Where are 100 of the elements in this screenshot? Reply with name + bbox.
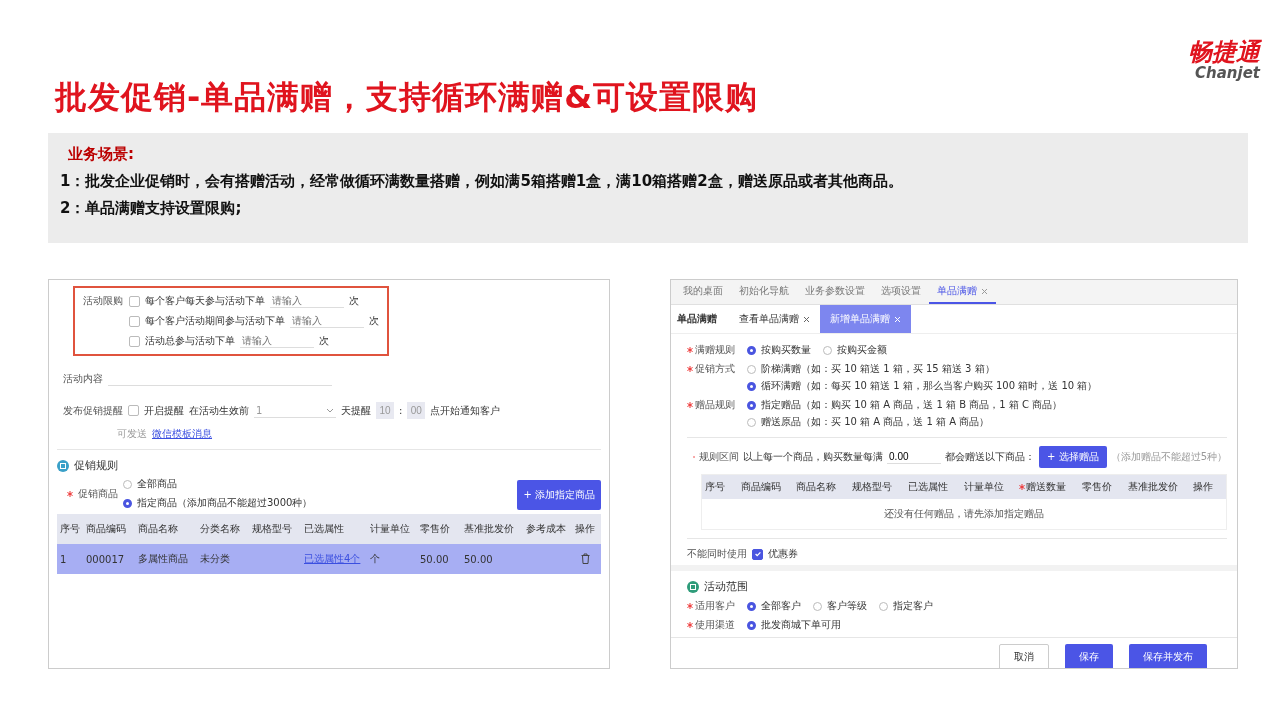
field-label: 促销方式 — [695, 362, 735, 376]
logo-text: Chanjet — [1195, 64, 1260, 82]
column-header: 计量单位 — [963, 480, 1004, 494]
table-cell: 1 — [60, 553, 67, 565]
radio-label: 阶梯满赠（如：买 10 箱送 1 箱，买 15 箱送 3 箱） — [761, 362, 995, 376]
column-header: 操作 — [1193, 480, 1214, 494]
column-header: 零售价 — [420, 523, 450, 534]
table-cell: 000017 — [86, 553, 125, 565]
slide-title: 批发促销-单品满赠，支持循环满赠&可设置限购 — [55, 77, 759, 118]
table-row[interactable]: 1 000017 多属性商品 未分类 已选属性4个 个 50.00 50.00 — [57, 544, 601, 574]
footer-button[interactable]: 保存 — [1065, 644, 1113, 668]
column-header: 序号 — [60, 523, 80, 534]
radio-label: 赠送原品（如：买 10 箱 A 商品，送 1 箱 A 商品） — [761, 415, 990, 429]
close-icon[interactable] — [803, 315, 810, 323]
template-link[interactable]: 微信模板消息 — [152, 427, 212, 441]
tab[interactable]: 我的桌面 — [675, 280, 731, 304]
radio-button[interactable] — [747, 620, 756, 630]
radio-button[interactable] — [747, 345, 756, 355]
check-icon — [753, 550, 762, 558]
tab[interactable]: 业务参数设置 — [797, 280, 873, 304]
column-header: 已选属性 — [304, 523, 344, 534]
scenario-text: 1：批发企业促销时，会有搭赠活动，经常做循环满数量搭赠，例如满5箱搭赠1盒，满10箱搭赠2盒，赠送原品或者其他商品。 — [60, 172, 904, 191]
checkbox[interactable] — [129, 335, 140, 347]
section-title: 活动范围 — [704, 579, 748, 594]
column-header: 商品名称 — [138, 523, 178, 534]
tab[interactable]: 查看单品满赠 — [729, 305, 820, 333]
field-text: 天提醒 — [341, 403, 371, 418]
column-header: 基准批发价 — [464, 523, 514, 534]
section-title: 促销规则 — [74, 458, 118, 473]
table-cell: 50.00 — [420, 553, 449, 565]
close-icon[interactable] — [981, 287, 988, 295]
radio-button[interactable] — [123, 479, 132, 489]
radio-button[interactable] — [747, 381, 756, 391]
column-header: 基准批发价 — [1127, 480, 1178, 494]
field-label: 活动限购 — [83, 294, 123, 308]
radio-label: 指定赠品（如：购买 10 箱 A 商品，送 1 箱 B 商品，1 箱 C 商品） — [761, 398, 1063, 412]
checkbox[interactable] — [128, 405, 139, 416]
radio-label: 循环满赠（如：每买 10 箱送 1 箱，那么当客户购买 100 箱时，送 10 箱） — [761, 379, 1098, 393]
column-header: 赠送数量 — [1026, 480, 1067, 494]
unit-label: 次 — [349, 294, 359, 308]
trash-icon[interactable] — [580, 552, 590, 564]
separator-text: : — [399, 405, 403, 416]
checkbox[interactable] — [752, 548, 763, 560]
column-header: 序号 — [705, 480, 725, 494]
column-header: 计量单位 — [370, 523, 410, 534]
radio-button[interactable] — [747, 400, 756, 410]
checkbox[interactable] — [129, 295, 140, 307]
section-icon — [687, 580, 699, 593]
field-label: 活动内容 — [63, 372, 103, 386]
radio-button[interactable] — [747, 364, 756, 374]
checkbox-label: 开启提醒 — [144, 403, 184, 418]
scenario-text: 2：单品满赠支持设置限购; — [60, 199, 243, 218]
table-cell: 个 — [370, 553, 380, 564]
section-icon — [57, 459, 69, 472]
footer-button[interactable]: 保存并发布 — [1129, 644, 1207, 668]
tab[interactable]: 单品满赠 — [929, 280, 996, 304]
radio-button[interactable] — [823, 345, 832, 355]
checkbox-label: 优惠券 — [768, 547, 798, 561]
radio-button[interactable] — [747, 601, 756, 611]
input-field[interactable]: 请输入 — [290, 314, 364, 328]
chevron-down-icon — [326, 407, 334, 413]
dropdown[interactable]: 1 — [254, 403, 336, 418]
field-text: 点开始通知客户 — [430, 403, 501, 418]
column-header: 规格型号 — [252, 523, 292, 534]
tab[interactable]: 选项设置 — [873, 280, 929, 304]
input-field[interactable]: 请输入 — [240, 334, 314, 348]
table-cell: 50.00 — [464, 553, 493, 565]
field-label: 满赠规则 — [695, 343, 735, 357]
field-label: 促销商品 — [78, 486, 118, 501]
radio-label: 按购买金额 — [837, 343, 887, 357]
footer-button[interactable]: 取消 — [999, 644, 1049, 668]
table-cell: 多属性商品 — [138, 553, 188, 564]
field-label: 发布促销提醒 — [63, 403, 123, 418]
field-text: 都会赠送以下商品： — [945, 450, 1036, 464]
radio-label: 全部客户 — [761, 599, 801, 613]
tab[interactable]: 初始化导航 — [731, 280, 797, 304]
radio-button[interactable] — [123, 498, 132, 508]
column-header: 商品名称 — [796, 480, 837, 494]
quantity-field[interactable]: 0.00 — [887, 450, 942, 464]
add-product-button[interactable]: + 添加指定商品 — [517, 480, 601, 510]
logo-text: 畅捷通 — [1188, 40, 1260, 64]
input-field[interactable]: 请输入 — [270, 294, 344, 308]
radio-label: 按购买数量 — [761, 343, 811, 357]
column-header: 商品编码 — [86, 523, 126, 534]
column-header: 零售价 — [1081, 480, 1112, 494]
checkbox-label: 每个客户活动期间参与活动下单 — [145, 314, 285, 328]
checkbox[interactable] — [129, 315, 140, 327]
column-header: 商品编码 — [740, 480, 781, 494]
column-header: 分类名称 — [200, 523, 240, 534]
attributes-link[interactable]: 已选属性4个 — [304, 553, 361, 564]
radio-button[interactable] — [747, 417, 756, 427]
field-label: 规则区间 — [699, 450, 740, 464]
radio-button[interactable] — [813, 601, 822, 611]
field-label: 使用渠道 — [695, 618, 735, 632]
scenario-heading: 业务场景: — [68, 145, 135, 164]
select-gift-button[interactable]: + 选择赠品 — [1039, 446, 1107, 468]
table-cell: 未分类 — [200, 553, 230, 564]
radio-button[interactable] — [879, 601, 888, 611]
tab[interactable]: 新增单品满赠 — [820, 305, 911, 333]
field-text: 在活动生效前 — [189, 403, 249, 418]
